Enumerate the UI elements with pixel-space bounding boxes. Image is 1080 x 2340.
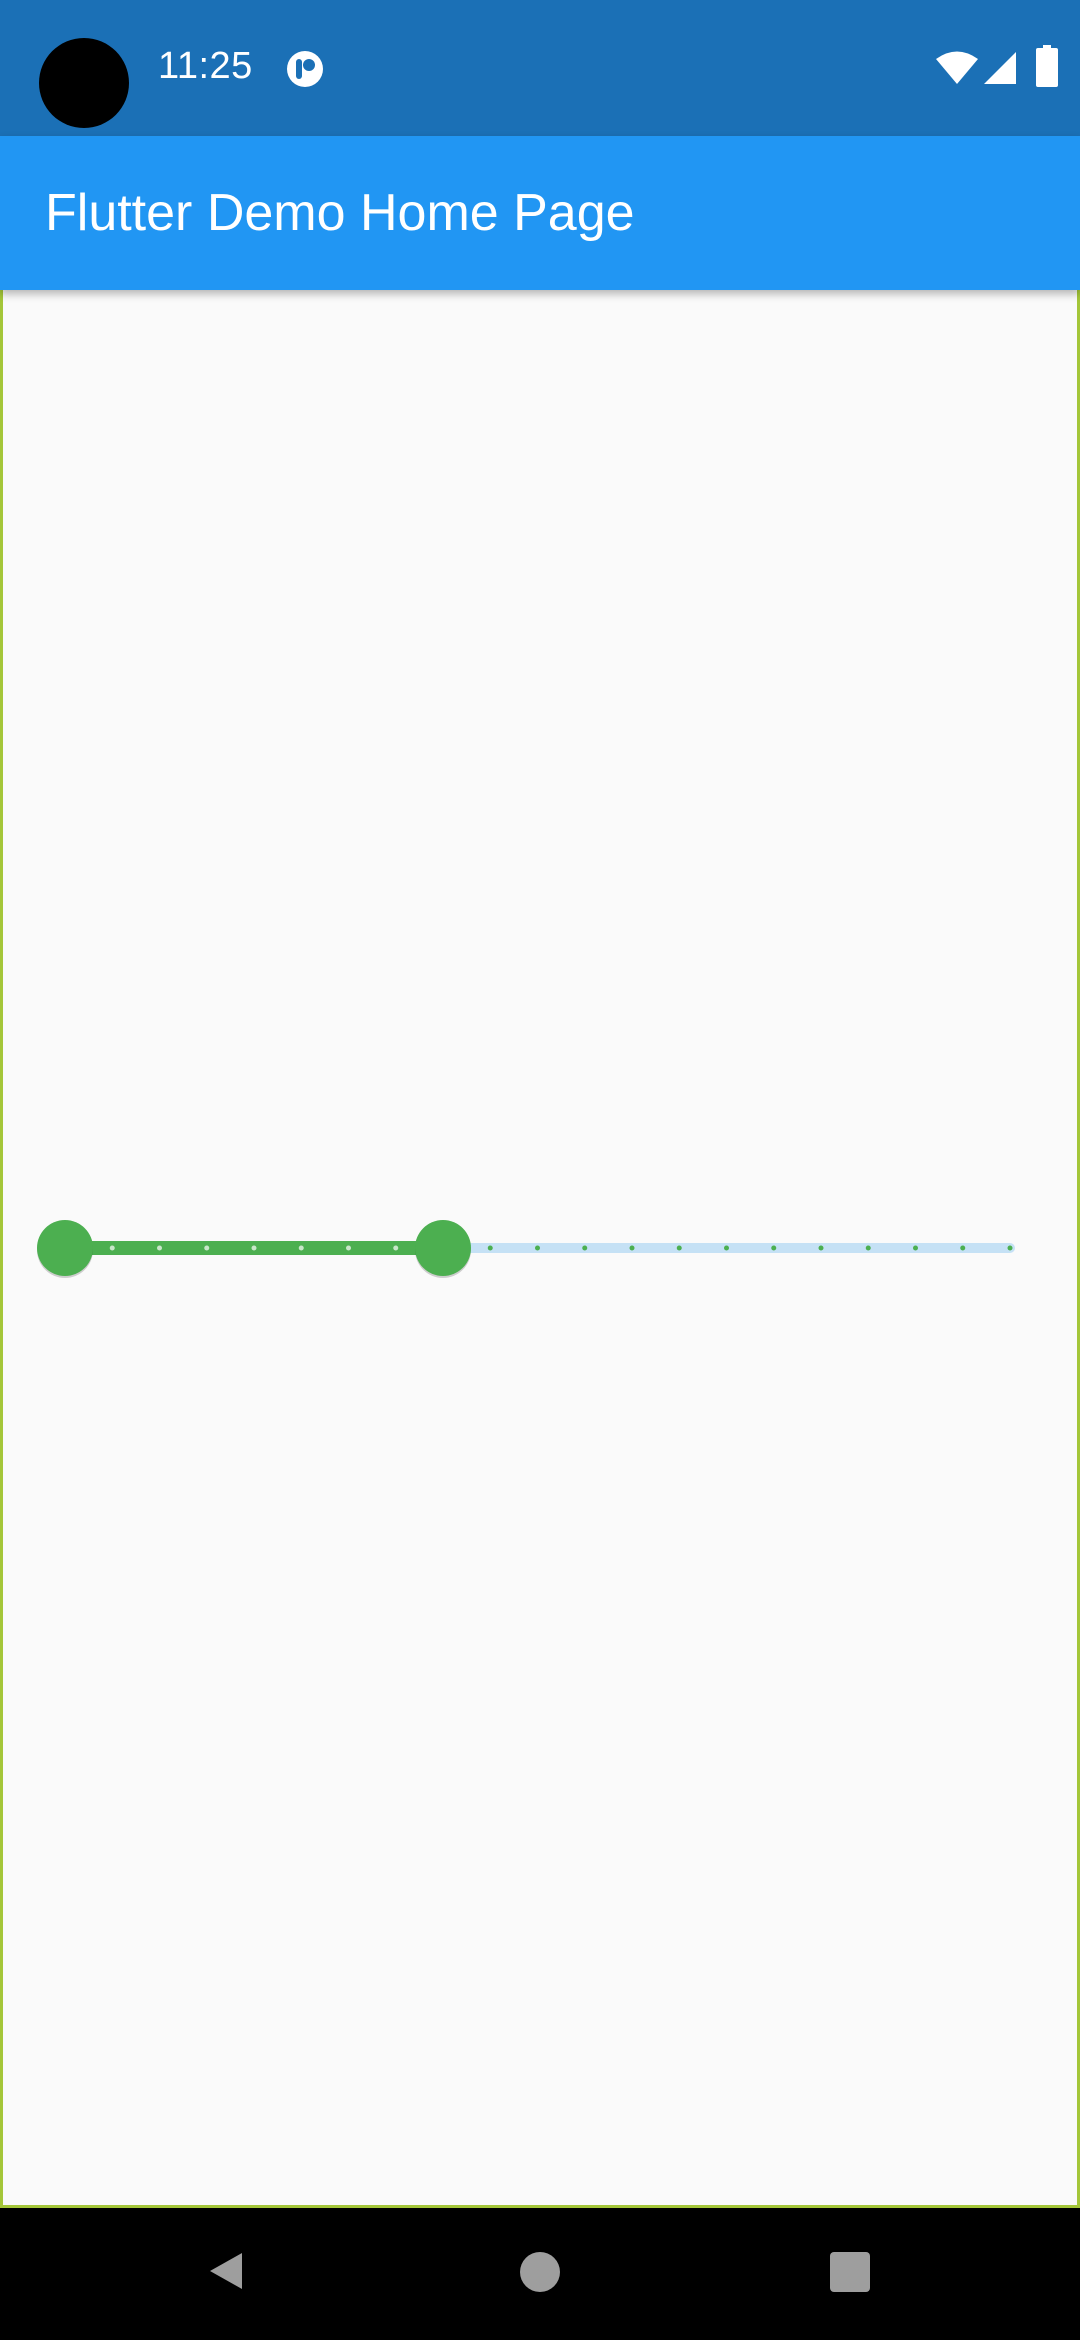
- slider-tick: [960, 1245, 966, 1251]
- slider-tick: [298, 1245, 304, 1251]
- slider-tick: [204, 1245, 210, 1251]
- slider-tick: [487, 1245, 493, 1251]
- camera-cutout: [39, 38, 129, 128]
- status-time: 11:25: [158, 45, 253, 87]
- slider-tick: [1007, 1245, 1013, 1251]
- wifi-icon: [936, 51, 978, 84]
- slider-tick: [724, 1245, 729, 1251]
- app-bar: Flutter Demo Home Page: [0, 136, 1080, 290]
- slider-tick: [157, 1245, 162, 1251]
- app-screen: [0, 0, 1080, 2208]
- slider-tick: [346, 1245, 351, 1251]
- recents-icon[interactable]: [830, 2252, 870, 2292]
- slider-tick: [676, 1245, 682, 1251]
- slider-tick: [865, 1245, 871, 1251]
- notification-app-icon: [287, 51, 323, 87]
- page-title: Flutter Demo Home Page: [45, 184, 635, 242]
- slider-start-thumb[interactable]: [37, 1220, 93, 1276]
- slider-tick: [109, 1245, 115, 1251]
- home-icon[interactable]: [520, 2252, 560, 2292]
- slider-tick: [582, 1245, 588, 1251]
- slider-end-thumb[interactable]: [415, 1220, 471, 1276]
- slider-tick: [251, 1245, 257, 1251]
- slider-tick: [393, 1245, 399, 1251]
- back-icon[interactable]: [204, 2249, 248, 2293]
- slider-tick: [629, 1245, 635, 1251]
- slider-tick: [535, 1245, 540, 1251]
- cellular-signal-icon: [984, 52, 1016, 84]
- slider-tick: [818, 1245, 824, 1251]
- slider-tick: [913, 1245, 918, 1251]
- range-slider[interactable]: [30, 1210, 1030, 1310]
- battery-icon: [1036, 45, 1058, 87]
- slider-tick: [771, 1245, 777, 1251]
- status-bar: 11:25: [0, 0, 1080, 136]
